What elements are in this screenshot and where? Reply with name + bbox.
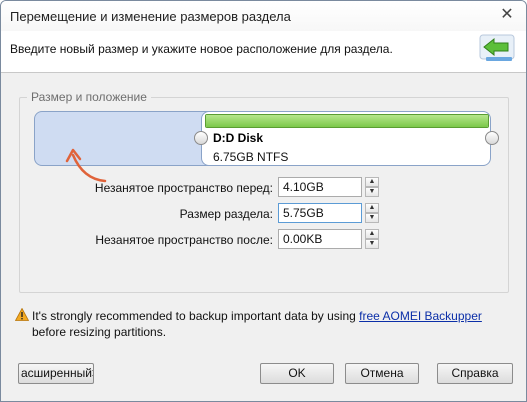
spin-down-icon[interactable]: ▼ xyxy=(365,213,379,223)
partition-name: D:D Disk xyxy=(213,131,264,145)
before-space-input[interactable] xyxy=(278,177,362,197)
partition-info: 6.75GB NTFS xyxy=(213,150,289,164)
right-resize-handle[interactable] xyxy=(485,131,499,145)
partition-usage-fill xyxy=(206,115,488,127)
warning-text-after: before resizing partitions. xyxy=(32,325,167,339)
before-space-spinner[interactable]: ▲ ▼ xyxy=(365,177,379,197)
green-resize-arrow-icon xyxy=(479,34,515,61)
after-space-spinner[interactable]: ▲ ▼ xyxy=(365,229,379,249)
spin-up-icon[interactable]: ▲ xyxy=(365,177,379,187)
cancel-button[interactable]: Отмена xyxy=(345,363,419,384)
ok-button[interactable]: OK xyxy=(260,363,334,384)
partition-size-label: Размер раздела: xyxy=(179,207,273,221)
after-space-input[interactable] xyxy=(278,229,362,249)
spin-up-icon[interactable]: ▲ xyxy=(365,229,379,239)
instruction-text: Введите новый размер и укажите новое рас… xyxy=(10,42,393,56)
help-button[interactable]: Справка xyxy=(437,363,513,384)
resize-partition-dialog: Перемещение и изменение размеров раздела… xyxy=(0,0,527,402)
after-space-label: Незанятое пространство после: xyxy=(95,233,273,247)
partition-size-input[interactable] xyxy=(278,203,362,223)
title-bar: Перемещение и изменение размеров раздела… xyxy=(1,1,526,31)
spin-down-icon[interactable]: ▼ xyxy=(365,187,379,197)
dialog-header: Введите новый размер и укажите новое рас… xyxy=(1,31,526,73)
aomei-backupper-link[interactable]: free AOMEI Backupper xyxy=(359,309,482,323)
spin-down-icon[interactable]: ▼ xyxy=(365,239,379,249)
partition-usage-bar xyxy=(205,114,489,128)
window-title: Перемещение и изменение размеров раздела xyxy=(10,9,291,24)
group-label: Размер и положение xyxy=(27,90,151,104)
close-button[interactable]: ✕ xyxy=(498,6,516,24)
spin-up-icon[interactable]: ▲ xyxy=(365,203,379,213)
backup-warning: It's strongly recommended to backup impo… xyxy=(32,308,502,340)
left-resize-handle[interactable] xyxy=(194,131,208,145)
warning-icon xyxy=(15,308,29,321)
before-space-label: Незанятое пространство перед: xyxy=(94,181,273,195)
advanced-button[interactable]: асширенный>> xyxy=(18,363,94,384)
partition-size-spinner[interactable]: ▲ ▼ xyxy=(365,203,379,223)
warning-text-before: It's strongly recommended to backup impo… xyxy=(32,309,360,323)
